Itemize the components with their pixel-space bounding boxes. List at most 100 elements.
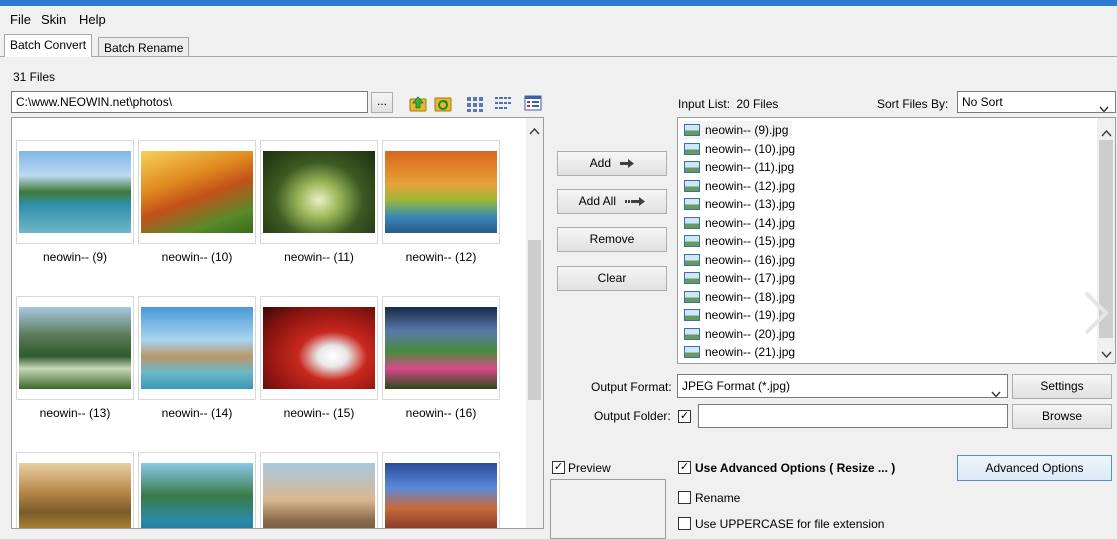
scroll-up-icon[interactable] <box>1101 126 1112 140</box>
path-input[interactable]: C:\www.NEOWIN.net\photos\ <box>11 91 368 113</box>
thumbnail-view-icon[interactable] <box>466 95 484 113</box>
thumbnail-image <box>141 463 253 528</box>
thumbnail-item[interactable]: neowin-- (10) <box>138 140 256 264</box>
thumbnail-image <box>385 307 497 389</box>
tab-batch-convert[interactable]: Batch Convert <box>4 34 93 57</box>
thumbnail-label: neowin-- (14) <box>161 406 233 420</box>
list-item[interactable]: neowin-- (13).jpg <box>684 195 795 213</box>
tab-batch-rename[interactable]: Batch Rename <box>98 37 190 57</box>
list-item-label: neowin-- (10).jpg <box>705 141 796 156</box>
thumbnail-image <box>263 151 375 233</box>
detail-view-icon[interactable] <box>524 94 542 112</box>
add-all-button[interactable]: Add All <box>557 189 667 214</box>
list-item[interactable]: neowin-- (20).jpg <box>684 325 795 343</box>
output-format-value: JPEG Format (*.jpg) <box>682 379 791 393</box>
list-item[interactable]: neowin-- (15).jpg <box>684 232 795 250</box>
list-item[interactable]: neowin-- (16).jpg <box>684 251 795 269</box>
image-file-icon <box>684 327 700 340</box>
preview-box <box>550 479 666 539</box>
add-label: Add <box>589 156 611 170</box>
thumbnail-grid[interactable]: neowin-- (9) neowin-- (10) neowin-- (11)… <box>11 117 544 529</box>
preview-checkbox[interactable]: ✓ <box>552 461 565 474</box>
tab-divider <box>0 56 1117 57</box>
thumbnail-label: neowin-- (16) <box>405 406 477 420</box>
thumbnail-item[interactable] <box>260 452 378 528</box>
output-format-select[interactable]: JPEG Format (*.jpg) <box>677 374 1008 398</box>
sort-value: No Sort <box>962 95 1003 109</box>
refresh-folder-icon[interactable] <box>434 94 452 112</box>
list-item[interactable]: neowin-- (19).jpg <box>684 306 795 324</box>
image-file-icon <box>684 346 700 358</box>
image-file-icon <box>684 253 700 266</box>
list-item-label: neowin-- (18).jpg <box>705 289 796 304</box>
thumbnail-image <box>19 307 131 389</box>
dropdown-arrow-icon <box>991 383 1001 397</box>
thumbnail-label: neowin-- (9) <box>42 250 108 264</box>
sort-select[interactable]: No Sort <box>957 91 1116 113</box>
thumbnail-item[interactable]: neowin-- (12) <box>382 140 500 264</box>
thumbnail-item[interactable] <box>16 452 134 528</box>
thumbnail-item[interactable]: neowin-- (11) <box>260 140 378 264</box>
browse-button[interactable]: Browse <box>1012 404 1112 429</box>
arrow-right-icon <box>620 153 635 176</box>
image-file-icon <box>684 235 700 247</box>
thumbnail-item[interactable]: neowin-- (13) <box>16 296 134 420</box>
list-item[interactable]: neowin-- (11).jpg <box>684 158 794 176</box>
thumbnail-scrollbar[interactable] <box>526 118 543 528</box>
rename-checkbox[interactable] <box>678 491 691 504</box>
thumbnail-label: neowin-- (12) <box>405 250 477 264</box>
list-item[interactable]: neowin-- (21).jpg <box>684 343 795 361</box>
list-item-label: neowin-- (13).jpg <box>705 197 796 211</box>
add-button[interactable]: Add <box>557 151 667 176</box>
menu-bar: File Skin Help <box>0 6 1117 33</box>
list-item[interactable]: neowin-- (9).jpg <box>684 121 793 139</box>
scroll-down-icon[interactable] <box>1101 348 1112 362</box>
image-file-icon <box>684 142 700 155</box>
thumbnail-item[interactable] <box>138 452 256 528</box>
list-item-label: neowin-- (17).jpg <box>705 271 796 285</box>
list-view-icon[interactable] <box>494 95 512 113</box>
path-browse-button[interactable]: ... <box>371 92 393 113</box>
thumbnail-item[interactable]: neowin-- (14) <box>138 296 256 420</box>
input-list-count: 20 Files <box>736 97 779 111</box>
input-list-label: Input List: 20 Files <box>678 97 778 111</box>
scroll-up-icon[interactable] <box>529 124 540 138</box>
thumbnail-image <box>141 151 253 233</box>
thumbnail-image <box>19 463 131 528</box>
clear-button[interactable]: Clear <box>557 266 667 291</box>
advanced-options-checkbox[interactable]: ✓ <box>678 461 691 474</box>
next-arrow-icon[interactable] <box>1080 290 1110 336</box>
thumbnail-label: neowin-- (11) <box>284 250 354 264</box>
input-list-title: Input List: <box>678 97 731 111</box>
thumbnail-item[interactable]: neowin-- (16) <box>382 296 500 420</box>
menu-help[interactable]: Help <box>79 12 106 27</box>
thumbnail-image <box>385 151 497 233</box>
uppercase-checkbox[interactable] <box>678 517 691 530</box>
output-folder-input[interactable] <box>698 404 1008 428</box>
settings-button[interactable]: Settings <box>1012 374 1112 399</box>
thumbnail-item[interactable]: neowin-- (15) <box>260 296 378 420</box>
list-item-label: neowin-- (20).jpg <box>705 326 796 341</box>
list-item[interactable]: neowin-- (17).jpg <box>684 269 795 287</box>
list-item-label: neowin-- (9).jpg <box>705 123 789 137</box>
list-item[interactable]: neowin-- (10).jpg <box>684 140 795 158</box>
thumbnail-item[interactable]: neowin-- (9) <box>16 140 134 264</box>
remove-button[interactable]: Remove <box>557 227 667 252</box>
list-item-label: neowin-- (12).jpg <box>705 178 796 193</box>
list-item[interactable]: neowin-- (14).jpg <box>684 214 795 232</box>
list-item[interactable]: neowin-- (18).jpg <box>684 288 795 306</box>
image-file-icon <box>684 179 700 192</box>
list-item-label: neowin-- (16).jpg <box>705 252 796 267</box>
scrollbar-thumb[interactable] <box>528 240 541 400</box>
input-file-list[interactable]: neowin-- (9).jpg neowin-- (10).jpg neowin-… <box>677 117 1116 364</box>
list-item[interactable]: neowin-- (12).jpg <box>684 177 795 195</box>
rename-label: Rename <box>695 491 741 505</box>
list-item-label: neowin-- (14).jpg <box>705 215 796 230</box>
menu-file[interactable]: File <box>10 12 31 27</box>
add-all-label: Add All <box>578 194 616 208</box>
thumbnail-item[interactable] <box>382 452 500 528</box>
folder-up-icon[interactable] <box>409 94 427 112</box>
output-folder-checkbox[interactable]: ✓ <box>678 410 691 423</box>
advanced-options-button[interactable]: Advanced Options <box>957 455 1112 481</box>
menu-skin[interactable]: Skin <box>41 12 66 27</box>
